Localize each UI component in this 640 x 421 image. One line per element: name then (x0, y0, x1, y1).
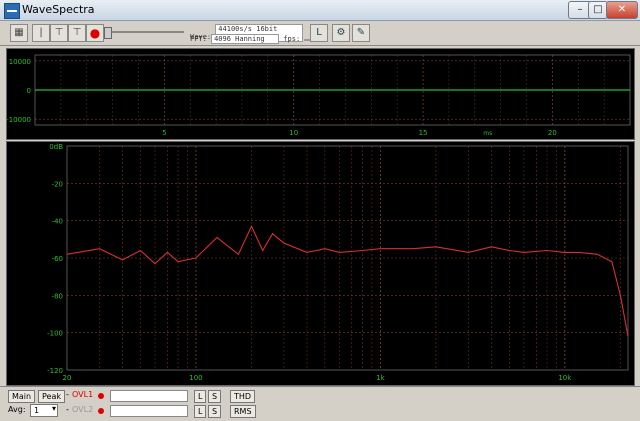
settings-icon[interactable]: ⚙ (332, 24, 350, 42)
pause-icon[interactable]: ⊤ (68, 24, 86, 42)
peak-button[interactable]: Peak (38, 390, 65, 403)
app-icon (4, 3, 20, 19)
bottom-panel: Main Peak - OVL1 L S THD Avg: 1 ▾ - OVL2… (0, 386, 640, 421)
spectrum-trace (66, 224, 629, 337)
wrench-icon[interactable]: ✎ (352, 24, 370, 42)
fps-label: fps: (283, 35, 301, 43)
wave-x-tick: 15 (419, 129, 428, 137)
s1-button[interactable]: S (208, 390, 222, 403)
chevron-down-icon[interactable]: ▾ (52, 404, 56, 413)
level-bar-1 (110, 390, 188, 402)
spec-y-tick: -120 (47, 367, 63, 375)
rms-button[interactable]: RMS (230, 405, 256, 418)
spec-y-tick: -100 (47, 330, 63, 338)
spec-x-tick: 100 (189, 374, 202, 382)
spec-y-tick: -20 (52, 180, 63, 188)
scale-icon[interactable]: L (310, 24, 328, 42)
ovl2-indicator (98, 408, 104, 414)
thd-button[interactable]: THD (230, 390, 256, 403)
wave-x-tick: 10 (289, 129, 298, 137)
ovl1-indicator (98, 393, 104, 399)
spec-y-tick: -80 (52, 292, 63, 300)
wave-y-tick: 0 (27, 87, 31, 95)
main-button[interactable]: Main (8, 390, 36, 403)
wave-x-tick: 5 (162, 129, 166, 137)
dash-1: - (66, 390, 69, 399)
spec-x-tick: 10k (558, 374, 572, 382)
ovl2-label: OVL2 (72, 405, 94, 414)
spec-x-tick: 1k (376, 374, 385, 382)
slider-track (104, 31, 184, 33)
ovl1-label: OVL1 (72, 390, 94, 399)
s2-button[interactable]: S (208, 405, 222, 418)
spectrum-graph: 0dB -20 -40 -60 -80 -100 -120 20 100 1k 10k (6, 141, 635, 386)
play-icon[interactable]: ⊤ (50, 24, 68, 42)
volume-slider[interactable] (104, 27, 184, 39)
dash-2: - (66, 405, 69, 414)
spec-x-tick: 20 (63, 374, 72, 382)
fft-info: FFT: 4096 Hanning fps: (190, 34, 329, 44)
window-title: WaveSpectra (22, 3, 95, 16)
spec-y-tick: -60 (52, 255, 63, 263)
l1-button[interactable]: L (194, 390, 207, 403)
wave-graph: 10000 0 -10000 5 10 15 20 ms (6, 48, 635, 140)
l2-button[interactable]: L (194, 405, 207, 418)
wave-y-tick: -10000 (7, 116, 31, 124)
close-button[interactable]: ✕ (606, 1, 638, 19)
wave-y-tick: 10000 (9, 58, 31, 66)
fft-value: 4096 Hanning (211, 34, 280, 44)
fft-label: FFT: (190, 35, 207, 43)
title-bar: WaveSpectra – □ ✕ (0, 0, 640, 21)
wave-x-unit: ms (483, 130, 492, 137)
spectrum-svg: 0dB -20 -40 -60 -80 -100 -12020 100 1k 10k (47, 143, 629, 382)
wave-svg: 10000 0 -10000 5 10 15 20 ms (6, 54, 631, 137)
stop-icon[interactable]: | (32, 24, 50, 42)
app-window: WaveSpectra – □ ✕ ▦ | ⊤ ⊤ ● Wave: 44100s… (0, 0, 640, 421)
open-icon[interactable]: ▦ (10, 24, 28, 42)
maximize-button[interactable]: □ (588, 1, 608, 19)
slider-thumb[interactable] (104, 27, 112, 39)
level-bar-2 (110, 405, 188, 417)
wave-x-tick: 20 (548, 129, 557, 137)
spec-y-tick: 0dB (49, 143, 63, 151)
toolbar: ▦ | ⊤ ⊤ ● Wave: 44100s/s 16bit Stereo FF… (0, 21, 640, 46)
record-icon[interactable]: ● (86, 24, 104, 42)
avg-label: Avg: (8, 405, 26, 414)
spec-y-tick: -40 (52, 218, 63, 226)
